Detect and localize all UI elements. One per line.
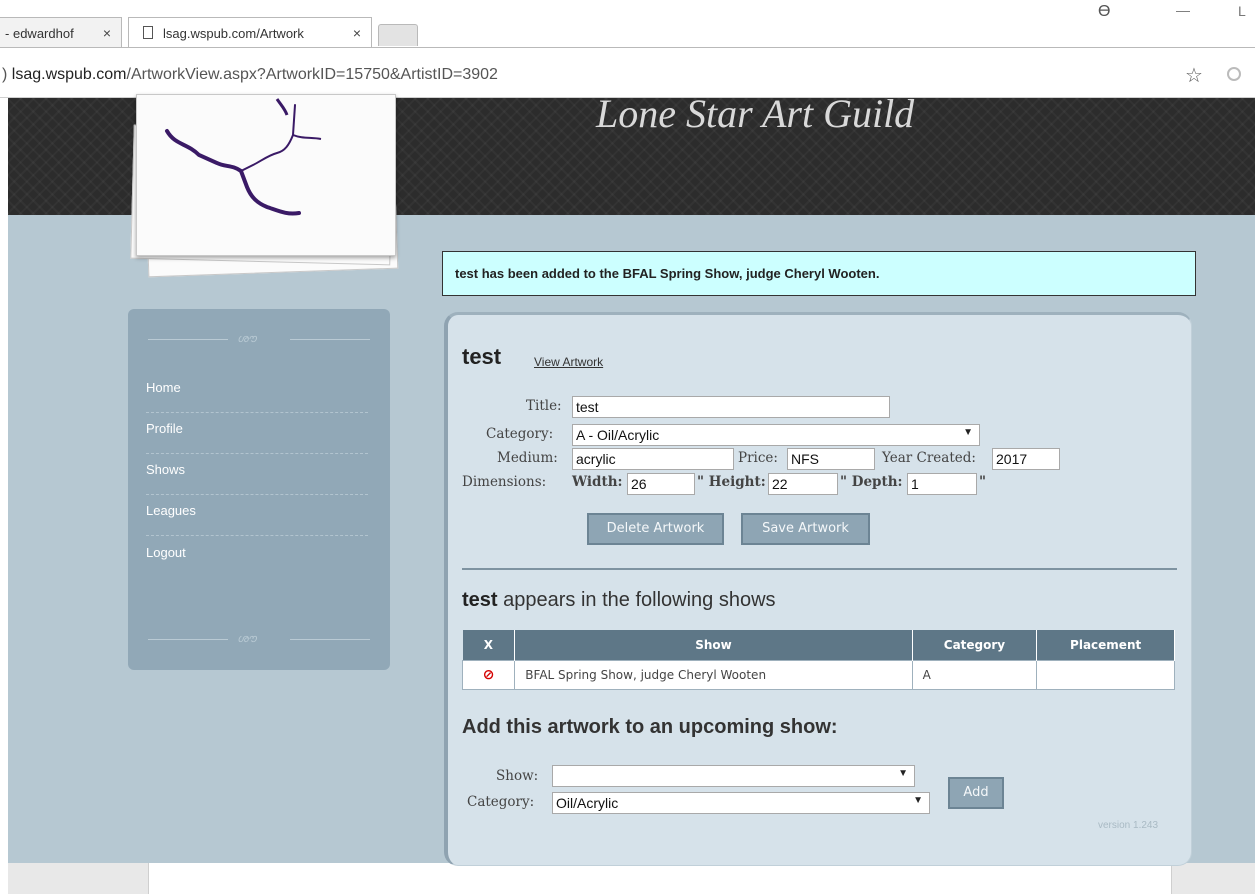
show-label: Show: [496,768,539,784]
width-input[interactable]: 26 [627,473,695,495]
user-icon[interactable]: ϴ [1098,3,1110,21]
close-icon[interactable]: × [353,25,361,41]
sidebar-item-shows[interactable]: Shows [146,455,368,495]
width-label: Width: [572,474,623,490]
shows-heading-text: appears in the following shows [497,589,776,611]
artwork-panel: test View Artwork Title: test Category: … [444,312,1192,866]
ornament-divider: ശൗ [148,632,370,646]
success-notice: test has been added to the BFAL Spring S… [442,251,1196,296]
sidebar-item-profile[interactable]: Profile [146,414,368,454]
minimize-icon[interactable]: — [1176,2,1190,18]
section-divider [462,568,1177,570]
year-created-label: Year Created: [882,450,976,466]
footer-inner [148,863,1172,894]
remove-show-icon[interactable]: ⊘ [461,660,516,690]
browser-tab-bar: - edwardhof × lsag.wspub.com/Artwork × ϴ… [0,0,1255,52]
table-row: ⊘ BFAL Spring Show, judge Cheryl Wooten … [461,660,1175,690]
url-prefix: ) [2,66,12,83]
shows-table: X Show Category Placement ⊘ BFAL Spring … [461,630,1175,690]
chevron-down-icon: ▼ [898,768,908,779]
sidebar: ശൗ Home Profile Shows Leagues Logout ശൗ [128,309,390,670]
ornament-glyph: ശൗ [237,632,257,645]
category-select[interactable]: A - Oil/Acrylic ▼ [572,424,980,446]
dimensions-label: Dimensions: [462,474,547,490]
add-category-label: Category: [467,794,535,810]
column-header-show: Show [514,630,913,661]
ornament-divider: ശൗ [148,332,370,346]
depth-input[interactable]: 1 [907,473,977,495]
url-path: /ArtworkView.aspx?ArtworkID=15750&Artist… [126,66,498,83]
add-show-heading: Add this artwork to an upcoming show: [462,716,838,738]
shows-heading-title: test [462,589,498,611]
add-category-select[interactable]: Oil/Acrylic ▼ [552,792,930,814]
placement-cell [1036,660,1175,690]
tab-label: edwardhof [12,26,74,41]
version-label: version 1.243 [1098,820,1159,831]
height-input[interactable]: 22 [768,473,838,495]
logo[interactable] [136,94,396,256]
chevron-down-icon: ▼ [913,795,923,806]
column-header-category: Category [912,630,1038,661]
close-icon[interactable]: × [103,25,111,41]
tab-artwork-view[interactable]: lsag.wspub.com/Artwork × [128,17,372,47]
page-icon [143,26,153,39]
add-category-select-value: Oil/Acrylic [556,795,619,811]
bookmark-star-icon[interactable]: ☆ [1185,63,1203,88]
artwork-title: test [462,344,502,369]
title-label: Title: [526,398,562,414]
sidebar-item-home[interactable]: Home [146,373,368,413]
tab-label: lsag.wspub.com/Artwork [163,26,304,41]
url-text[interactable]: ) lsag.wspub.com/ArtworkView.aspx?Artwor… [2,66,498,84]
view-artwork-link[interactable]: View Artwork [534,355,603,369]
tab-edwardhof[interactable]: - edwardhof × [0,17,122,47]
tab-prefix: - [5,26,10,41]
ornament-glyph: ശൗ [237,332,257,345]
new-tab-button[interactable] [378,24,418,46]
table-header-row: X Show Category Placement [462,630,1175,661]
texas-map-icon [165,98,322,216]
category-cell: A [911,660,1038,690]
sidebar-item-leagues[interactable]: Leagues [146,496,368,536]
site-title: Lone Star Art Guild [596,91,915,136]
delete-artwork-button[interactable]: Delete Artwork [587,513,724,545]
footer [8,863,1255,894]
column-header-placement: Placement [1036,630,1175,661]
shows-heading: test appears in the following shows [462,589,776,612]
price-label: Price: [738,450,778,466]
save-artwork-button[interactable]: Save Artwork [741,513,870,545]
column-header-x: X [462,630,516,661]
chevron-down-icon: ▼ [963,427,973,438]
depth-label: " Depth: [840,474,903,490]
maximize-icon[interactable]: L [1238,3,1246,19]
category-select-value: A - Oil/Acrylic [576,427,660,443]
url-host: lsag.wspub.com [11,66,127,83]
show-name-cell: BFAL Spring Show, judge Cheryl Wooten [514,660,913,690]
inch-label: " [979,474,987,490]
year-created-input[interactable]: 2017 [992,448,1060,470]
tab-divider [0,47,1255,48]
web-page: Lone Star Art Guild ശൗ Home Profile Show… [0,91,1255,894]
title-input[interactable]: test [572,396,890,418]
height-label: " Height: [697,474,766,490]
medium-label: Medium: [497,450,558,466]
show-select[interactable]: ▼ [552,765,915,787]
medium-input[interactable]: acrylic [572,448,734,470]
extension-icon[interactable] [1227,67,1241,81]
sidebar-item-logout[interactable]: Logout [146,538,368,578]
category-label: Category: [486,426,554,442]
price-input[interactable]: NFS [787,448,875,470]
add-button[interactable]: Add [948,777,1004,809]
